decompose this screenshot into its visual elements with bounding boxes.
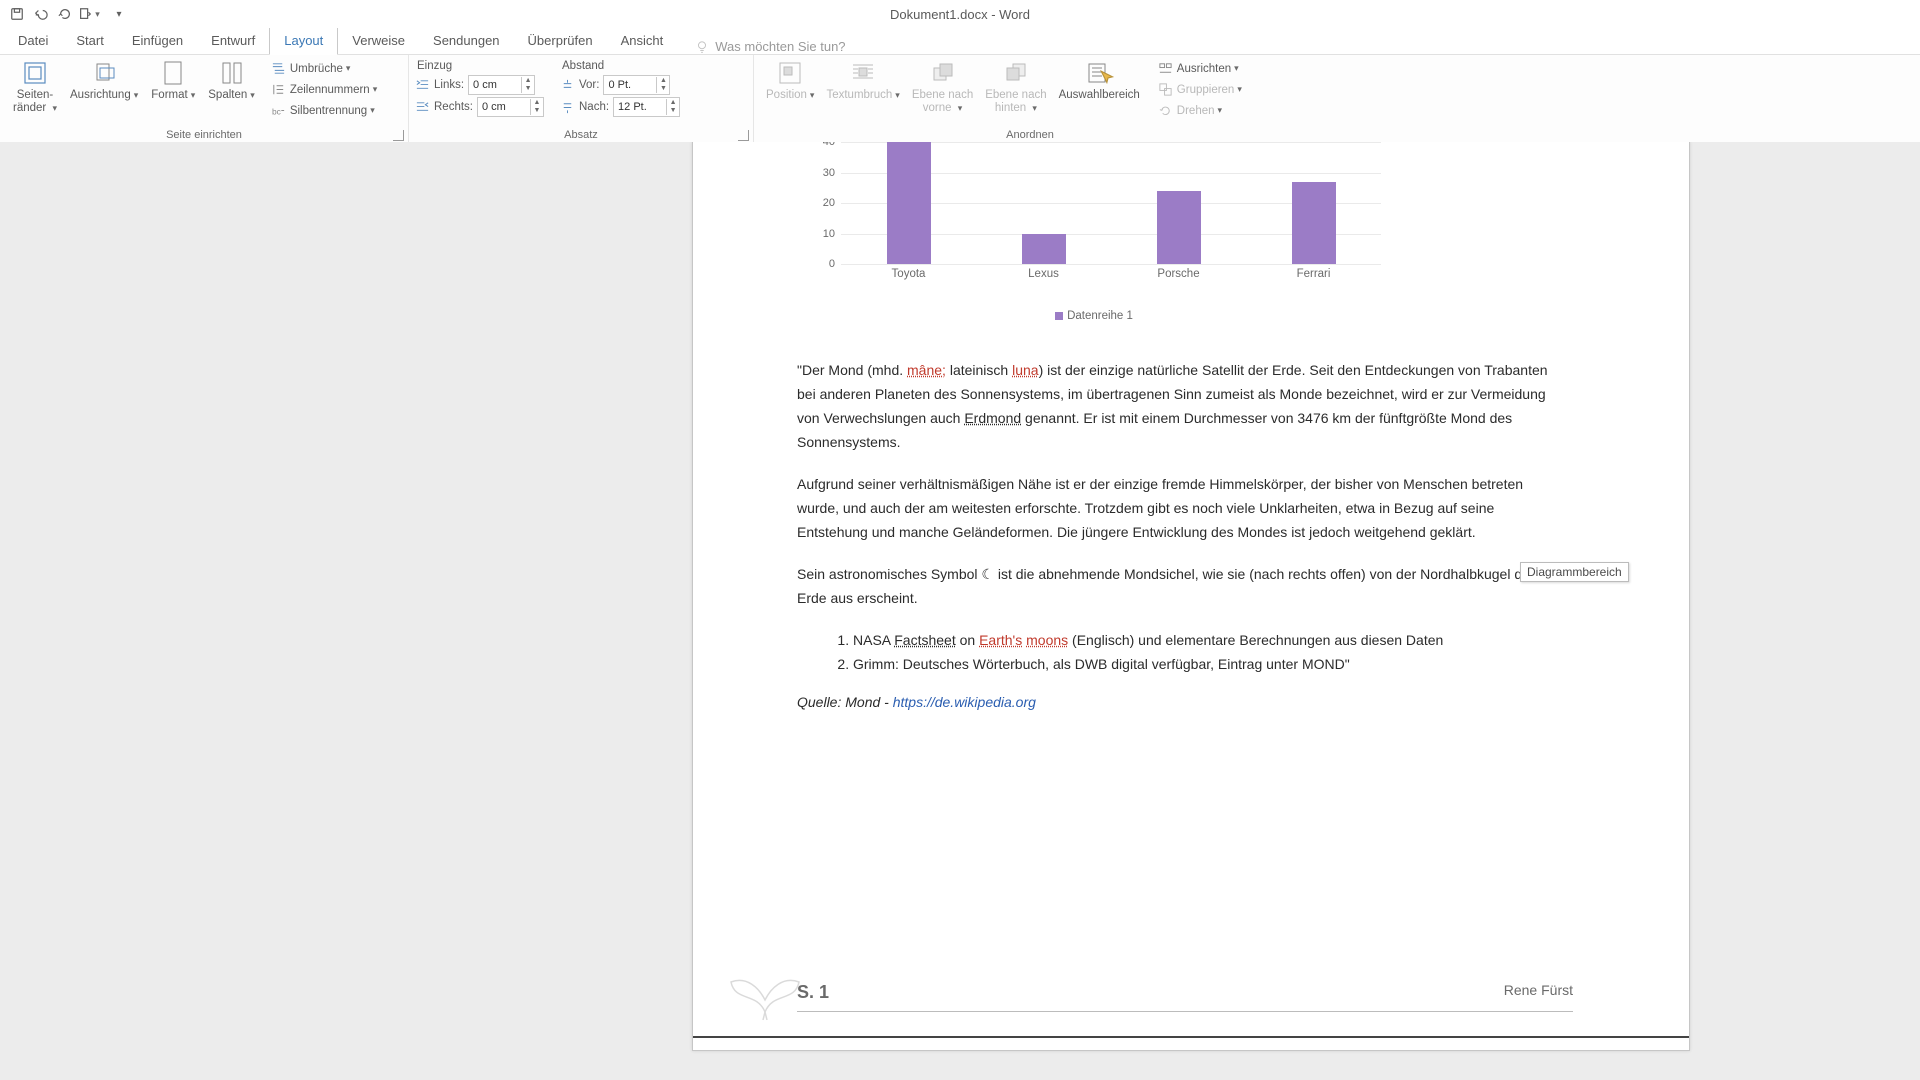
columns-button[interactable]: Spalten▾ [202,57,261,102]
bar[interactable] [1022,234,1066,265]
chart-legend: Datenreihe 1 [797,310,1391,322]
y-tick: 40 [823,142,835,148]
breaks-button[interactable]: Umbrüche▾ [267,59,381,78]
tab-einfuegen[interactable]: Einfügen [118,28,197,54]
space-after-icon [560,100,575,115]
space-before-label: Vor: [579,79,599,91]
tab-sendungen[interactable]: Sendungen [419,28,514,54]
send-backward-button[interactable]: Ebene nach hinten ▾ [979,57,1052,115]
y-tick: 0 [829,258,835,270]
page-bottom-rule [693,1036,1689,1038]
ribbon-tabs: Datei Start Einfügen Entwurf Layout Verw… [0,28,1920,55]
document-body[interactable]: "Der Mond (mhd. mâne; lateinisch luna) i… [797,358,1553,732]
doc-dropdown-icon[interactable]: ▾ [78,3,100,25]
tab-verweise[interactable]: Verweise [338,28,419,54]
page-setup-launcher-icon[interactable] [393,130,404,141]
indent-left-icon [415,78,430,93]
tell-me-search[interactable]: Was möchten Sie tun? [695,39,845,54]
ribbon: Seiten- ränder ▾ Ausrichtung▾ Format▾ Sp… [0,55,1920,144]
repeat-icon[interactable] [54,3,76,25]
tab-start[interactable]: Start [62,28,117,54]
space-before-icon [560,78,575,93]
title-bar: ▾ ▾ Dokument1.docx - Word [0,0,1920,28]
paragraph-launcher-icon[interactable] [738,130,749,141]
space-before-input[interactable]: ▲▼ [603,75,670,95]
bar[interactable] [1292,182,1336,264]
tab-entwurf[interactable]: Entwurf [197,28,269,54]
butterfly-deco-icon [725,962,805,1022]
footer-author: Rene Fürst [1504,982,1573,998]
x-tick: Lexus [1004,268,1084,280]
wrap-button[interactable]: Textumbruch▾ [820,57,905,102]
group-arrange: Position▾ Textumbruch▾ Ebene nach vorne … [754,55,1306,143]
group-title-page-setup: Seite einrichten [0,127,408,143]
bring-forward-button[interactable]: Ebene nach vorne ▾ [906,57,979,115]
line-numbers-button[interactable]: Zeilennummern▾ [267,80,381,99]
page-footer: S. 1 Rene Fürst [797,982,1573,1012]
group-title-paragraph: Absatz [409,127,753,143]
indent-right-input[interactable]: ▲▼ [477,97,544,117]
document-workspace[interactable]: Datenreihe 1 0 10 20 30 40 Toyota Lexus Porsche… [0,142,1920,1080]
x-tick: Ferrari [1274,268,1354,280]
y-tick: 30 [823,167,835,179]
spacing-header: Abstand [560,59,680,73]
page-1: Datenreihe 1 0 10 20 30 40 Toyota Lexus Porsche… [692,142,1690,1051]
ref-1: NASA Factsheet on Earth's moons (Englisc… [853,628,1553,652]
group-button[interactable]: Gruppieren▾ [1154,80,1246,99]
chart[interactable]: Datenreihe 1 0 10 20 30 40 Toyota Lexus Porsche… [797,142,1391,324]
lightbulb-icon [695,40,709,54]
group-title-arrange: Anordnen [754,127,1306,143]
paragraph-1: "Der Mond (mhd. mâne; lateinisch luna) i… [797,358,1553,454]
qat-customize-icon[interactable]: ▾ [108,3,130,25]
orientation-button[interactable]: Ausrichtung▾ [64,57,144,102]
y-tick: 20 [823,197,835,209]
bar[interactable] [1157,191,1201,264]
position-button[interactable]: Position▾ [760,57,820,102]
indent-header: Einzug [415,59,544,73]
ref-2: Grimm: Deutsches Wörterbuch, als DWB dig… [853,652,1553,676]
hyphenation-button[interactable]: bcSilbentrennung▾ [267,101,381,120]
group-paragraph: Einzug Links: ▲▼ Rechts: ▲▼ Abstand Vor: ▲▼… [409,55,754,143]
tab-layout[interactable]: Layout [269,27,338,55]
tab-ueberpruefen[interactable]: Überprüfen [514,28,607,54]
window-title: Dokument1.docx - Word [890,7,1030,22]
y-tick: 10 [823,228,835,240]
align-button[interactable]: Ausrichten▾ [1154,59,1246,78]
legend-swatch-icon [1055,312,1063,320]
legend-label: Datenreihe 1 [1067,310,1133,322]
size-button[interactable]: Format▾ [144,57,202,102]
paragraph-3: Sein astronomisches Symbol ☾ ist die abn… [797,562,1553,610]
save-icon[interactable] [6,3,28,25]
selection-pane-button[interactable]: Auswahlbereich [1053,57,1146,102]
x-tick: Porsche [1139,268,1219,280]
tell-me-placeholder: Was möchten Sie tun? [715,39,845,54]
tab-file[interactable]: Datei [4,28,62,54]
chart-tooltip: Diagrammbereich [1520,562,1629,582]
reference-list: NASA Factsheet on Earth's moons (Englisc… [797,628,1553,676]
group-page-setup: Seiten- ränder ▾ Ausrichtung▾ Format▾ Sp… [0,55,409,143]
source-link[interactable]: https://de.wikipedia.org [893,694,1036,710]
source-line: Quelle: Mond - https://de.wikipedia.org [797,690,1553,714]
rotate-button[interactable]: Drehen▾ [1154,101,1246,120]
paragraph-2: Aufgrund seiner verhältnismäßigen Nähe i… [797,472,1553,544]
x-tick: Toyota [869,268,949,280]
chart-plot [841,142,1381,265]
space-after-label: Nach: [579,101,609,113]
tab-ansicht[interactable]: Ansicht [607,28,678,54]
indent-right-label: Rechts: [434,101,473,113]
indent-left-label: Links: [434,79,464,91]
undo-icon[interactable] [30,3,52,25]
margins-button[interactable]: Seiten- ränder ▾ [6,57,64,115]
bar[interactable] [887,142,931,264]
indent-right-icon [415,100,430,115]
indent-left-input[interactable]: ▲▼ [468,75,535,95]
space-after-input[interactable]: ▲▼ [613,97,680,117]
svg-text:bc: bc [272,106,281,116]
